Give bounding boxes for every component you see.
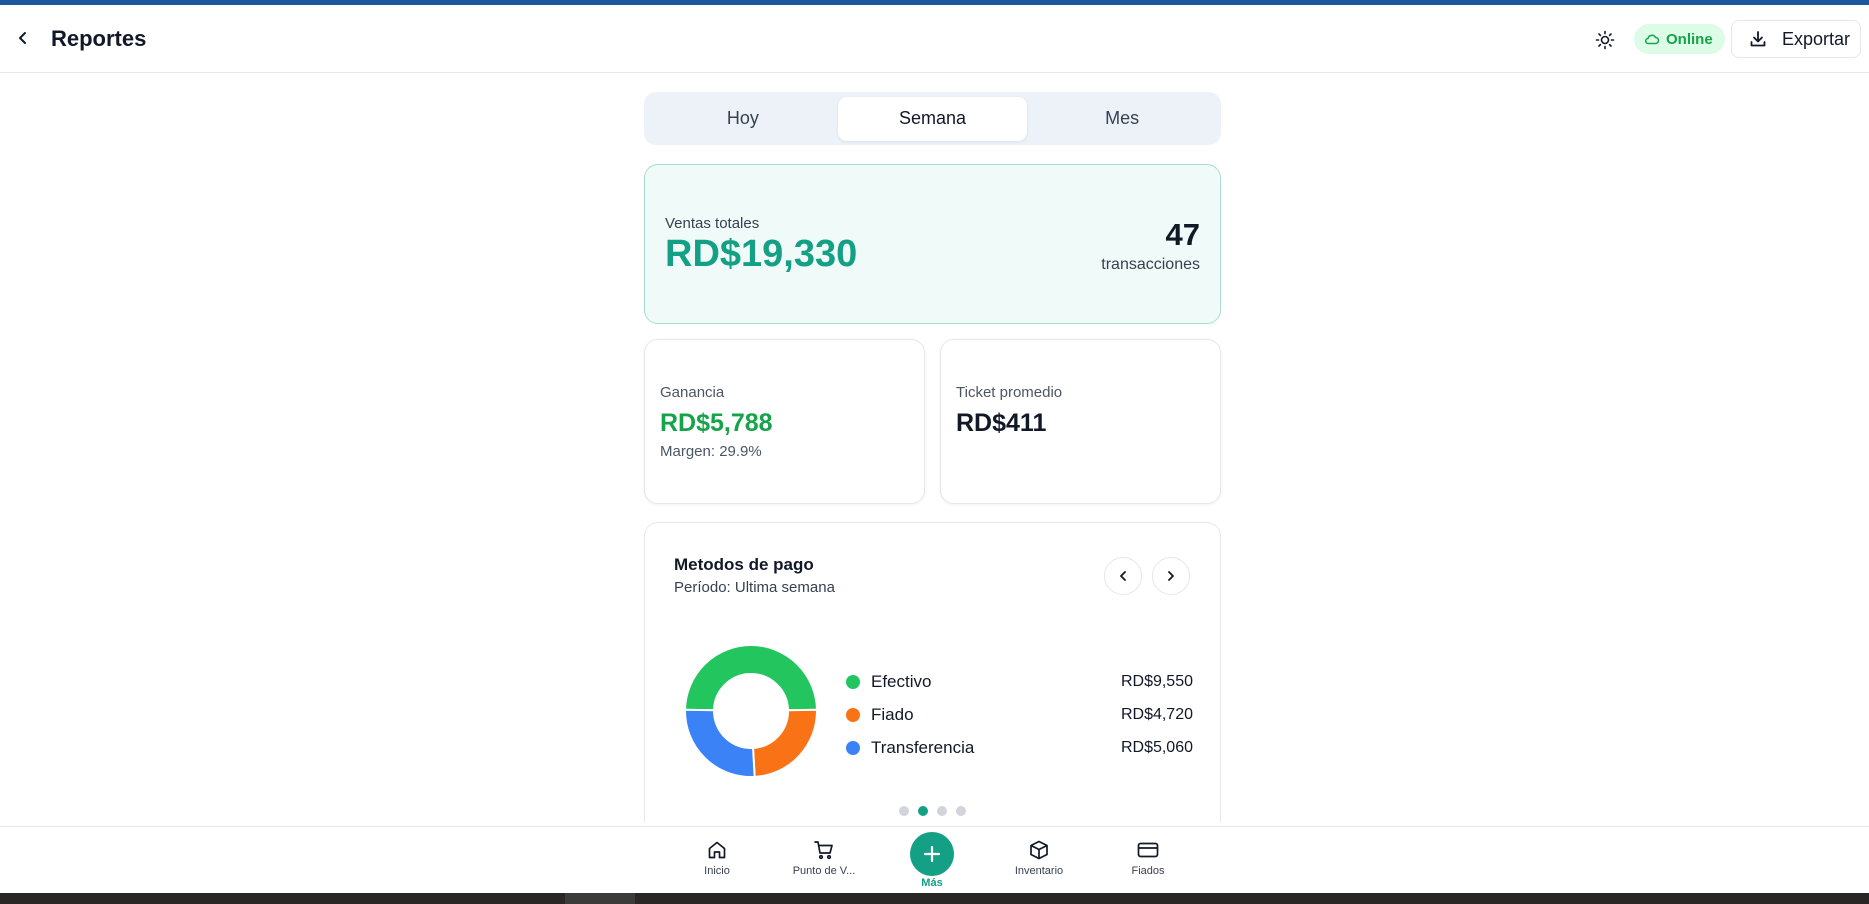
donut-slice-fiado bbox=[751, 708, 818, 778]
legend-dot-efectivo bbox=[846, 674, 860, 689]
theme-toggle-button[interactable] bbox=[1592, 27, 1618, 53]
avg-ticket-value: RD$411 bbox=[956, 409, 1047, 437]
add-button-label: Más bbox=[921, 877, 943, 889]
carousel-dot[interactable] bbox=[956, 806, 966, 816]
carousel-next-button[interactable] bbox=[1152, 557, 1190, 595]
nav-label: Inventario bbox=[1014, 865, 1064, 877]
profit-card: Ganancia RD$5,788 Margen: 29.9% bbox=[644, 339, 925, 504]
sun-icon bbox=[1595, 30, 1615, 50]
total-sales-value: RD$19,330 bbox=[665, 233, 858, 275]
total-sales-label: Ventas totales bbox=[665, 215, 760, 232]
profit-margin: Margen: 29.9% bbox=[660, 443, 762, 460]
taskbar-item[interactable] bbox=[565, 893, 635, 904]
avg-ticket-label: Ticket promedio bbox=[956, 384, 1063, 401]
online-status-badge: Online bbox=[1634, 24, 1725, 54]
transactions-count: 47 bbox=[1165, 217, 1200, 252]
tab-semana[interactable]: Semana bbox=[837, 96, 1028, 141]
tab-hoy[interactable]: Hoy bbox=[648, 97, 838, 141]
home-icon bbox=[708, 841, 726, 859]
payment-donut-chart bbox=[684, 644, 818, 778]
legend-value: RD$4,720 bbox=[1120, 705, 1193, 723]
nav-label: Inicio bbox=[704, 865, 730, 877]
avg-ticket-card: Ticket promedio RD$411 bbox=[940, 339, 1221, 504]
payment-methods-period: Período: Ultima semana bbox=[674, 579, 835, 596]
donut-slice-efectivo bbox=[684, 644, 818, 712]
legend-dot-transferencia bbox=[846, 740, 860, 755]
plus-icon bbox=[923, 845, 941, 863]
add-button[interactable] bbox=[910, 832, 954, 876]
payment-methods-title: Metodos de pago bbox=[674, 555, 814, 574]
nav-label: Punto de V... bbox=[792, 865, 856, 877]
transactions-label: transacciones bbox=[1101, 256, 1200, 273]
card-icon bbox=[1137, 842, 1159, 858]
carousel-indicators bbox=[899, 806, 966, 816]
legend-name: Fiado bbox=[871, 704, 914, 724]
chevron-right-icon bbox=[1168, 571, 1174, 581]
bottom-navigation: Inicio Punto de V... Más Inventario Fiad… bbox=[0, 826, 1869, 893]
carousel-dot[interactable] bbox=[937, 806, 947, 816]
chevron-left-icon bbox=[19, 32, 26, 44]
donut-slice-transferencia bbox=[684, 708, 756, 778]
tab-mes[interactable]: Mes bbox=[1027, 97, 1217, 141]
legend-value: RD$9,550 bbox=[1120, 672, 1193, 690]
payment-methods-card: Metodos de pago Período: Ultima semana E… bbox=[644, 522, 1221, 822]
chevron-left-icon bbox=[1120, 571, 1126, 581]
nav-item-inventario[interactable]: Inventario bbox=[994, 839, 1084, 877]
legend-item-efectivo: Efectivo RD$9,550 bbox=[846, 665, 1193, 698]
export-label: Exportar bbox=[1782, 28, 1851, 49]
nav-label: Fiados bbox=[1131, 865, 1165, 877]
app-header: Reportes Online Exportar bbox=[0, 5, 1869, 73]
back-button[interactable] bbox=[10, 25, 36, 51]
carousel-prev-button[interactable] bbox=[1104, 557, 1142, 595]
download-icon bbox=[1750, 31, 1766, 47]
carousel-dot[interactable] bbox=[899, 806, 909, 816]
cloud-icon bbox=[1645, 34, 1660, 45]
total-sales-card: Ventas totales RD$19,330 47 transaccione… bbox=[644, 164, 1221, 324]
legend-dot-fiado bbox=[846, 707, 860, 722]
nav-item-punto-de-venta[interactable]: Punto de V... bbox=[779, 839, 869, 877]
profit-label: Ganancia bbox=[660, 384, 725, 401]
carousel-dot[interactable] bbox=[918, 806, 928, 816]
os-taskbar bbox=[0, 893, 1869, 904]
profit-value: RD$5,788 bbox=[660, 409, 773, 437]
nav-item-inicio[interactable]: Inicio bbox=[672, 839, 762, 877]
legend-value: RD$5,060 bbox=[1120, 738, 1193, 756]
export-button[interactable]: Exportar bbox=[1731, 20, 1861, 58]
online-status-label: Online bbox=[1666, 30, 1713, 48]
cart-icon bbox=[814, 841, 833, 860]
legend-name: Transferencia bbox=[871, 737, 975, 757]
payment-legend: Efectivo RD$9,550 Fiado RD$4,720 Transfe… bbox=[846, 665, 1193, 764]
period-selector: Hoy Semana Mes bbox=[644, 92, 1221, 145]
page-title: Reportes bbox=[51, 26, 147, 51]
nav-item-fiados[interactable]: Fiados bbox=[1103, 839, 1193, 877]
legend-name: Efectivo bbox=[871, 671, 932, 691]
box-icon bbox=[1030, 840, 1048, 860]
legend-item-transferencia: Transferencia RD$5,060 bbox=[846, 731, 1193, 764]
legend-item-fiado: Fiado RD$4,720 bbox=[846, 698, 1193, 731]
